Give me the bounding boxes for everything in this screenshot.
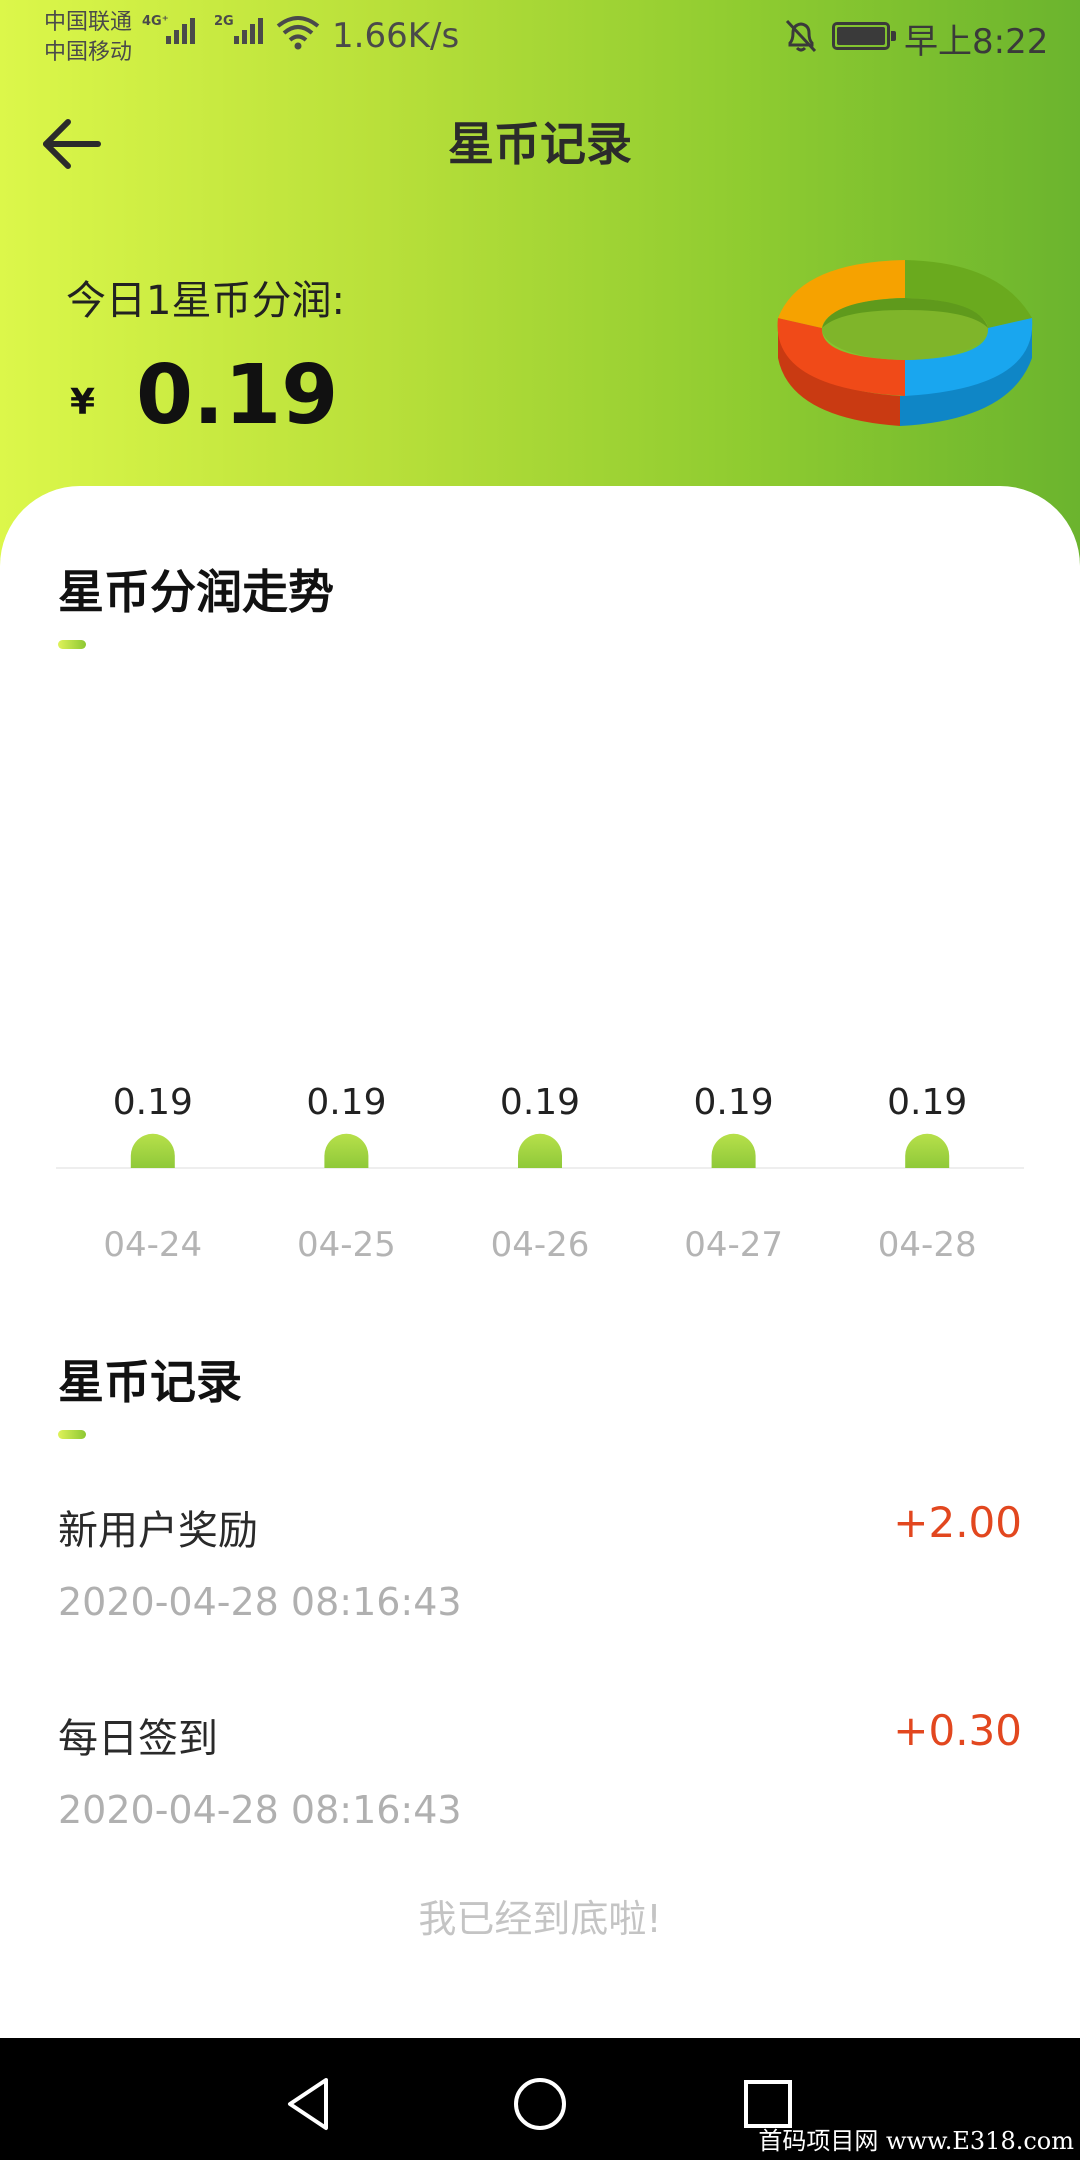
wifi-icon — [276, 16, 320, 50]
trend-section-title: 星币分润走势 — [58, 565, 334, 619]
signal-icon-2 — [234, 14, 263, 44]
end-of-list-note: 我已经到底啦! — [418, 1897, 662, 1941]
carrier-1: 中国联通 — [44, 10, 133, 35]
currency-symbol: ¥ — [70, 382, 96, 423]
today-share-value: 0.19 — [136, 348, 339, 443]
page-title: 星币记录 — [448, 117, 632, 171]
chart-bar — [130, 1133, 175, 1168]
x-tick-label: 04-28 — [878, 1225, 977, 1265]
x-tick-label: 04-25 — [297, 1225, 396, 1265]
signal-icon — [166, 14, 195, 44]
today-share-label: 今日1星币分润: — [66, 278, 345, 324]
chart-bar — [518, 1133, 562, 1168]
mute-bell-icon — [785, 19, 817, 53]
network-type-2: 2G — [214, 14, 234, 29]
records-list: 新用户奖励 +2.00 2020-04-28 08:16:43 每日签到 +0.… — [58, 1488, 1022, 1904]
records-section-title: 星币记录 — [58, 1355, 242, 1409]
carrier-2: 中国移动 — [44, 40, 133, 65]
bar-value-label: 0.19 — [306, 1082, 386, 1123]
bar-value-label: 0.19 — [113, 1082, 193, 1123]
battery-icon — [832, 22, 896, 50]
back-triangle-icon[interactable] — [276, 2072, 340, 2136]
home-circle-icon[interactable] — [508, 2072, 572, 2136]
donut-chart-icon — [777, 260, 1033, 426]
clock: 早上8:22 — [904, 22, 1049, 62]
x-tick-label: 04-27 — [684, 1225, 783, 1265]
record-amount: +0.30 — [893, 1706, 1022, 1755]
bar-value-label: 0.19 — [694, 1082, 774, 1123]
x-tick-label: 04-24 — [103, 1225, 202, 1265]
bar-value-label: 0.19 — [500, 1082, 580, 1123]
system-nav-bar: 首码项目网 www.E318.com — [0, 2038, 1080, 2160]
record-title: 新用户奖励 — [58, 1508, 258, 1554]
record-amount: +2.00 — [893, 1498, 1022, 1547]
list-item: 新用户奖励 +2.00 2020-04-28 08:16:43 — [58, 1488, 1022, 1696]
section-accent-bar — [58, 640, 86, 649]
status-bar: 中国联通 中国移动 4G⁺ 2G 1.66K/s 早上8:22 — [0, 0, 1080, 72]
watermark-text: 首码项目网 www.E318.com — [758, 2127, 1074, 2155]
network-speed: 1.66K/s — [332, 16, 460, 56]
record-time: 2020-04-28 08:16:43 — [58, 1580, 462, 1624]
trend-bar-chart: 0.19 04-24 0.19 04-25 0.19 04-26 0.19 04-27 0.19… — [56, 1082, 1024, 1265]
chart-bar — [711, 1133, 756, 1168]
record-time: 2020-04-28 08:16:43 — [58, 1788, 462, 1832]
carrier-names: 中国联通 中国移动 — [44, 8, 132, 68]
x-tick-label: 04-26 — [491, 1225, 590, 1265]
chart-bar — [905, 1133, 950, 1168]
section-accent-bar-2 — [58, 1430, 86, 1439]
chart-bar — [324, 1133, 369, 1168]
network-type-1: 4G⁺ — [142, 14, 169, 29]
record-title: 每日签到 — [58, 1716, 218, 1762]
list-item: 每日签到 +0.30 2020-04-28 08:16:43 — [58, 1696, 1022, 1904]
bar-value-label: 0.19 — [887, 1082, 967, 1123]
